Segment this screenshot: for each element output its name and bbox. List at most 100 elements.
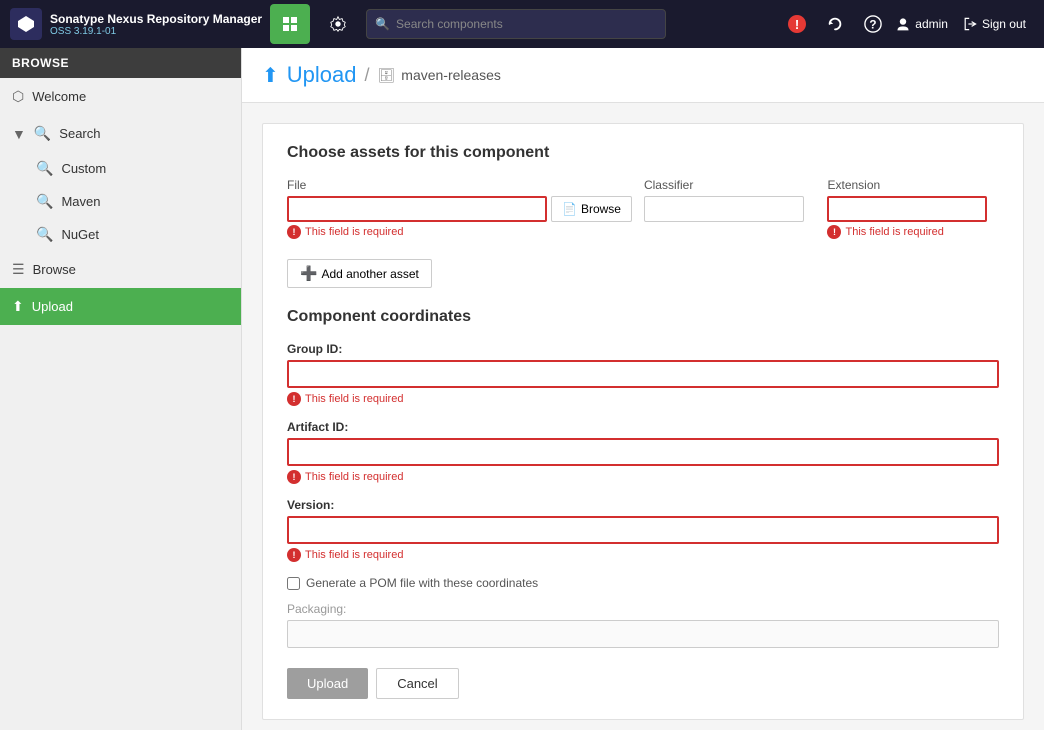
home-nav-button[interactable]	[270, 4, 310, 44]
brand: Sonatype Nexus Repository Manager OSS 3.…	[10, 8, 262, 40]
breadcrumb-item: 🗄 maven-releases	[378, 67, 501, 84]
sidebar-item-custom[interactable]: 🔍 Custom	[24, 152, 241, 185]
navbar: Sonatype Nexus Repository Manager OSS 3.…	[0, 0, 1044, 48]
welcome-icon: ⬡	[12, 88, 24, 105]
settings-nav-button[interactable]	[318, 4, 358, 44]
search-icon: 🔍	[375, 17, 390, 31]
artifact-id-input[interactable]	[287, 438, 999, 466]
folder-browse-icon: 📄	[562, 202, 577, 216]
add-asset-button[interactable]: ➕ Add another asset	[287, 259, 432, 288]
expand-icon: ▼	[12, 126, 26, 142]
group-id-label: Group ID:	[287, 342, 999, 356]
version-input[interactable]	[287, 516, 999, 544]
pom-checkbox-label[interactable]: Generate a POM file with these coordinat…	[306, 576, 538, 590]
browse-icon: ☰	[12, 261, 25, 278]
file-input-row: 📄 Browse	[287, 196, 632, 222]
sidebar-item-label: Custom	[61, 161, 106, 176]
sidebar-header: Browse	[0, 48, 241, 78]
form-actions: Upload Cancel	[287, 668, 999, 699]
extension-label: Extension	[827, 178, 999, 192]
artifact-id-field: Artifact ID: ! This field is required	[287, 420, 999, 484]
main-container: Browse ⬡ Welcome ▼ 🔍 Search 🔍 Custom 🔍 M…	[0, 48, 1044, 730]
classifier-input[interactable]	[644, 196, 804, 222]
sidebar-item-label: NuGet	[61, 227, 99, 242]
artifact-id-error-icon: !	[287, 470, 301, 484]
sidebar-item-label: Search	[59, 126, 100, 141]
pom-checkbox[interactable]	[287, 577, 300, 590]
brand-text: Sonatype Nexus Repository Manager OSS 3.…	[50, 12, 262, 37]
asset-row: File 📄 Browse ! This field is required	[287, 178, 999, 239]
sidebar-item-label: Browse	[33, 262, 76, 277]
packaging-field: Packaging:	[287, 602, 999, 648]
page-upload-icon: ⬆	[262, 63, 279, 88]
upload-icon: ⬆	[12, 298, 24, 315]
nuget-search-icon: 🔍	[36, 226, 53, 243]
group-id-error-msg: ! This field is required	[287, 392, 999, 406]
extension-field-group: Extension ! This field is required	[827, 178, 999, 239]
folder-icon: 🗄	[378, 67, 396, 84]
group-id-error-icon: !	[287, 392, 301, 406]
pom-checkbox-row: Generate a POM file with these coordinat…	[287, 576, 999, 590]
file-error-msg: ! This field is required	[287, 225, 632, 239]
search-input[interactable]	[396, 17, 657, 31]
sidebar-item-welcome[interactable]: ⬡ Welcome	[0, 78, 241, 115]
version-field: Version: ! This field is required	[287, 498, 999, 562]
version-label: Version:	[287, 498, 999, 512]
artifact-id-error-text: This field is required	[305, 471, 403, 483]
file-label: File	[287, 178, 632, 192]
coords-section-title: Component coordinates	[287, 308, 999, 326]
search-submenu: 🔍 Custom 🔍 Maven 🔍 NuGet	[0, 152, 241, 251]
signout-label: Sign out	[982, 17, 1026, 31]
signout-button[interactable]: Sign out	[954, 12, 1034, 36]
search-icon: 🔍	[34, 125, 51, 142]
group-id-field: Group ID: ! This field is required	[287, 342, 999, 406]
artifact-id-error-msg: ! This field is required	[287, 470, 999, 484]
file-error-text: This field is required	[305, 226, 403, 238]
custom-search-icon: 🔍	[36, 160, 53, 177]
help-icon[interactable]: ?	[857, 8, 889, 40]
sidebar: Browse ⬡ Welcome ▼ 🔍 Search 🔍 Custom 🔍 M…	[0, 48, 242, 730]
extension-error-text: This field is required	[845, 226, 943, 238]
sidebar-item-label: Upload	[32, 299, 73, 314]
classifier-field-group: Classifier	[644, 178, 816, 222]
group-id-input[interactable]	[287, 360, 999, 388]
svg-text:!: !	[795, 17, 799, 32]
version-error-text: This field is required	[305, 549, 403, 561]
extension-input[interactable]	[827, 196, 987, 222]
form-container: Choose assets for this component File 📄 …	[262, 123, 1024, 720]
packaging-label: Packaging:	[287, 602, 999, 616]
extension-error-msg: ! This field is required	[827, 225, 999, 239]
user-menu[interactable]: admin	[895, 16, 948, 32]
file-error-icon: !	[287, 225, 301, 239]
cancel-button[interactable]: Cancel	[376, 668, 458, 699]
sidebar-item-maven[interactable]: 🔍 Maven	[24, 185, 241, 218]
content-area: ⬆ Upload / 🗄 maven-releases Choose asset…	[242, 48, 1044, 730]
version-error-msg: ! This field is required	[287, 548, 999, 562]
sidebar-item-label: Maven	[61, 194, 100, 209]
extension-error-icon: !	[827, 225, 841, 239]
file-field-group: File 📄 Browse ! This field is required	[287, 178, 632, 239]
breadcrumb-label: maven-releases	[401, 67, 501, 83]
sidebar-item-label: Welcome	[32, 89, 86, 104]
nav-right: ! ? admin	[781, 8, 1034, 40]
brand-logo	[10, 8, 42, 40]
app-version: OSS 3.19.1-01	[50, 26, 262, 37]
upload-button[interactable]: Upload	[287, 668, 368, 699]
sidebar-item-browse[interactable]: ☰ Browse	[0, 251, 241, 288]
svg-text:?: ?	[870, 19, 877, 32]
artifact-id-label: Artifact ID:	[287, 420, 999, 434]
group-id-error-text: This field is required	[305, 393, 403, 405]
sidebar-item-nuget[interactable]: 🔍 NuGet	[24, 218, 241, 251]
refresh-icon[interactable]	[819, 8, 851, 40]
classifier-label: Classifier	[644, 178, 816, 192]
search-bar[interactable]: 🔍	[366, 9, 666, 39]
file-input[interactable]	[287, 196, 547, 222]
breadcrumb-sep: /	[364, 65, 369, 86]
sidebar-item-upload[interactable]: ⬆ Upload	[0, 288, 241, 325]
browse-button[interactable]: 📄 Browse	[551, 196, 632, 222]
packaging-input[interactable]	[287, 620, 999, 648]
sidebar-item-search[interactable]: ▼ 🔍 Search	[0, 115, 241, 152]
version-error-icon: !	[287, 548, 301, 562]
username-label: admin	[915, 17, 948, 31]
alert-icon[interactable]: !	[781, 8, 813, 40]
